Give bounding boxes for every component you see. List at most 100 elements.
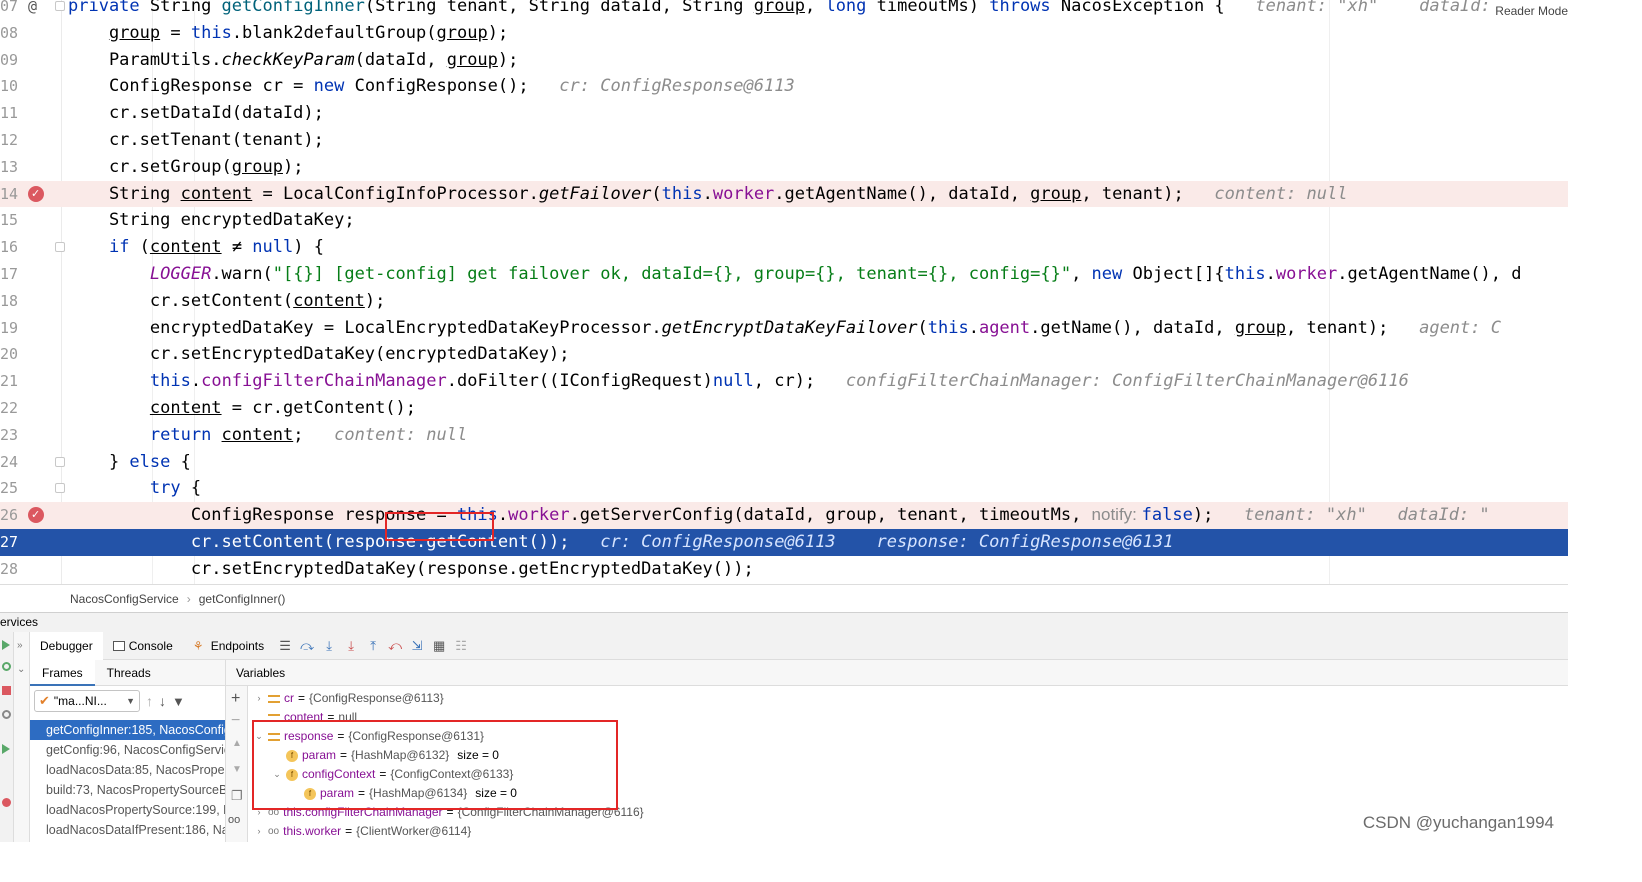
stack-frame[interactable]: loadNacosPropertySource:199, NacosProper…: [30, 800, 225, 820]
run-icon[interactable]: [2, 640, 10, 650]
code-line[interactable]: 16 if (content ≠ null) {: [0, 234, 1568, 261]
line-number[interactable]: 09: [0, 47, 22, 74]
step-into-icon[interactable]: ⤓: [340, 635, 362, 657]
stack-frame[interactable]: build:73, NacosPropertySourceBuilder: [30, 780, 225, 800]
var-row-config-filter-chain-manager[interactable]: › oo this.configFilterChainManager = {Co…: [254, 803, 644, 822]
up-arrow-icon[interactable]: ↑: [146, 693, 153, 709]
code-line[interactable]: 08 group = this.blank2defaultGroup(group…: [0, 20, 1568, 47]
code-line[interactable]: 20 cr.setEncryptedDataKey(encryptedDataK…: [0, 341, 1568, 368]
var-row-cr[interactable]: › cr = {ConfigResponse@6113}: [254, 689, 444, 708]
evaluate-expression-icon[interactable]: ▦: [428, 635, 450, 657]
chevron-right-icon[interactable]: ›: [254, 822, 264, 841]
line-number[interactable]: 08: [0, 20, 22, 47]
code-line[interactable]: 18 cr.setContent(content);: [0, 288, 1568, 315]
code-line[interactable]: 10 ConfigResponse cr = new ConfigRespons…: [0, 73, 1568, 100]
breadcrumb-method[interactable]: getConfigInner(): [199, 592, 286, 606]
tab-console[interactable]: Console: [103, 632, 183, 660]
code-line[interactable]: 22 content = cr.getContent();: [0, 395, 1568, 422]
var-row-worker[interactable]: › oo this.worker = {ClientWorker@6114}: [254, 822, 472, 841]
line-number[interactable]: 15: [0, 207, 22, 234]
move-down-icon[interactable]: ▼: [232, 764, 242, 775]
code-line[interactable]: 23 return content; content: null: [0, 422, 1568, 449]
line-number[interactable]: 17: [0, 261, 22, 288]
line-number[interactable]: 16: [0, 234, 22, 261]
line-number[interactable]: 07: [0, 0, 22, 20]
tab-debugger[interactable]: Debugger: [30, 631, 103, 660]
menu-icon[interactable]: ☰: [274, 635, 296, 657]
step-over-icon[interactable]: ⤓: [318, 635, 340, 657]
drop-frame-icon[interactable]: ⤺: [384, 635, 406, 657]
code-line[interactable]: 07 @ private String getConfigInner(String …: [0, 0, 1568, 20]
tab-threads[interactable]: Threads: [95, 660, 163, 686]
rerun-icon[interactable]: [2, 662, 11, 671]
line-number[interactable]: 13: [0, 154, 22, 181]
code-line[interactable]: 17 LOGGER.warn("[{}] [get-config] get fa…: [0, 261, 1568, 288]
add-watch-icon[interactable]: +: [231, 690, 240, 708]
var-row-response[interactable]: ⌄ response = {ConfigResponse@6131}: [254, 727, 484, 746]
glasses-icon[interactable]: oo: [228, 814, 240, 826]
line-number[interactable]: 21: [0, 368, 22, 395]
code-line[interactable]: 12 cr.setTenant(tenant);: [0, 127, 1568, 154]
line-number[interactable]: 10: [0, 73, 22, 100]
stack-frame[interactable]: getConfigInner:185, NacosConfigService: [30, 720, 225, 740]
code-line[interactable]: 13 cr.setGroup(group);: [0, 154, 1568, 181]
line-number[interactable]: 12: [0, 127, 22, 154]
var-row-content[interactable]: content = null: [254, 708, 357, 727]
code-line[interactable]: 09 ParamUtils.checkKeyParam(dataId, grou…: [0, 47, 1568, 74]
line-number[interactable]: 14: [0, 181, 22, 208]
var-row-configcontext[interactable]: ⌄ f configContext = {ConfigContext@6133}: [272, 765, 513, 784]
line-number[interactable]: 28: [0, 556, 22, 583]
thread-select[interactable]: ✔ "ma...NI... ▼: [34, 690, 140, 712]
trace-stream-icon[interactable]: ☷: [450, 635, 472, 657]
var-row-param[interactable]: f param = {HashMap@6134} size = 0: [290, 784, 517, 803]
stack-frame[interactable]: loadNacosDataIfPresent:186, NacosPropert…: [30, 820, 225, 840]
fold-icon[interactable]: [55, 1, 65, 11]
code-editor[interactable]: 07 @ private String getConfigInner(String …: [0, 0, 1568, 584]
fold-icon[interactable]: [55, 242, 65, 253]
line-number[interactable]: 22: [0, 395, 22, 422]
step-out-icon[interactable]: ⤒: [362, 635, 384, 657]
fold-icon[interactable]: [55, 456, 65, 467]
mute-breakpoints-icon[interactable]: [2, 798, 11, 807]
show-execution-point-icon[interactable]: ⤼: [296, 635, 318, 657]
code-line[interactable]: 11 cr.setDataId(dataId);: [0, 100, 1568, 127]
code-line[interactable]: 19 encryptedDataKey = LocalEncryptedData…: [0, 315, 1568, 342]
tab-endpoints[interactable]: ⚘ Endpoints: [183, 632, 274, 660]
code-line[interactable]: 24 } else {: [0, 449, 1568, 476]
code-line[interactable]: 15 String encryptedDataKey;: [0, 207, 1568, 234]
settings-icon[interactable]: [2, 710, 11, 719]
line-number[interactable]: 11: [0, 100, 22, 127]
run-to-cursor-icon[interactable]: ⇲: [406, 635, 428, 657]
code-line[interactable]: 14 ✓ String content = LocalConfigInfoProc…: [0, 180, 1568, 208]
move-up-icon[interactable]: ▲: [232, 738, 242, 749]
breakpoint-icon[interactable]: ✓: [28, 507, 44, 524]
line-number[interactable]: 19: [0, 315, 22, 342]
code-line[interactable]: 28 cr.setEncryptedDataKey(response.getEn…: [0, 556, 1568, 583]
code-line[interactable]: 25 try {: [0, 475, 1568, 502]
chevron-down-icon[interactable]: ⌄: [272, 765, 282, 784]
chevron-down-icon[interactable]: ⌄: [17, 664, 25, 675]
tab-frames[interactable]: Frames: [30, 659, 95, 686]
chevron-right-icon[interactable]: ›: [254, 689, 264, 708]
code-line[interactable]: 27 cr.setContent(response.getContent());…: [0, 529, 1568, 556]
line-number[interactable]: 23: [0, 422, 22, 449]
stop-icon[interactable]: [2, 686, 11, 695]
breadcrumb-class[interactable]: NacosConfigService: [70, 592, 179, 606]
line-number[interactable]: 26: [0, 502, 22, 529]
chevron-down-icon[interactable]: ⌄: [254, 727, 264, 746]
line-number[interactable]: 20: [0, 341, 22, 368]
copy-icon[interactable]: ❐: [231, 788, 243, 804]
line-number[interactable]: 27: [0, 529, 22, 556]
remove-watch-icon[interactable]: −: [231, 712, 240, 730]
fold-icon[interactable]: [55, 483, 65, 494]
override-icon[interactable]: @: [28, 0, 44, 14]
code-line[interactable]: 26 ✓ ConfigResponse response = this.worke…: [0, 502, 1568, 529]
var-row-param[interactable]: f param = {HashMap@6132} size = 0: [272, 746, 499, 765]
line-number[interactable]: 18: [0, 288, 22, 315]
stack-frame[interactable]: getConfig:96, NacosConfigService: [30, 740, 225, 760]
stack-frame[interactable]: loadNacosData:85, NacosPropertySourceBui…: [30, 760, 225, 780]
breakpoint-icon[interactable]: ✓: [28, 185, 44, 202]
reader-mode-button[interactable]: Reader Mode: [1495, 4, 1568, 18]
line-number[interactable]: 25: [0, 475, 22, 502]
chevron-right-icon[interactable]: ›: [254, 803, 264, 822]
